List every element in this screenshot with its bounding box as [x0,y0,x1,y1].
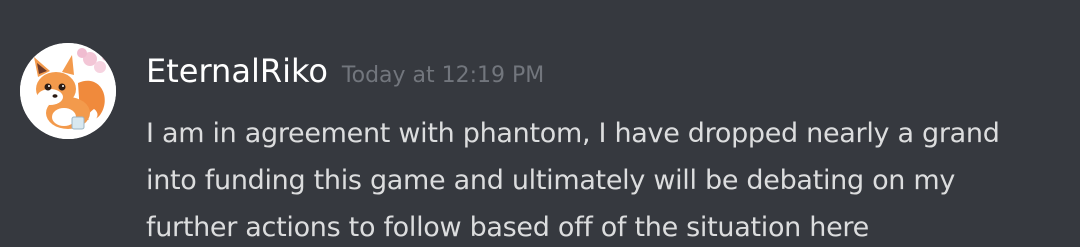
message-line: into funding this game and ultimately wi… [146,165,956,196]
timestamp: Today at 12:19 PM [341,63,545,88]
username[interactable]: EternalRiko [146,52,328,90]
message-line: further actions to follow based off of t… [146,212,869,243]
message-line: I am in agreement with phantom, I have d… [146,118,1000,149]
message-content: I am in agreement with phantom, I have d… [146,110,1066,247]
message-header: EternalRiko Today at 12:19 PM [146,52,544,90]
fox-avatar-icon [20,43,116,139]
user-avatar[interactable] [20,43,116,139]
chat-message: EternalRiko Today at 12:19 PM I am in ag… [0,0,1080,247]
